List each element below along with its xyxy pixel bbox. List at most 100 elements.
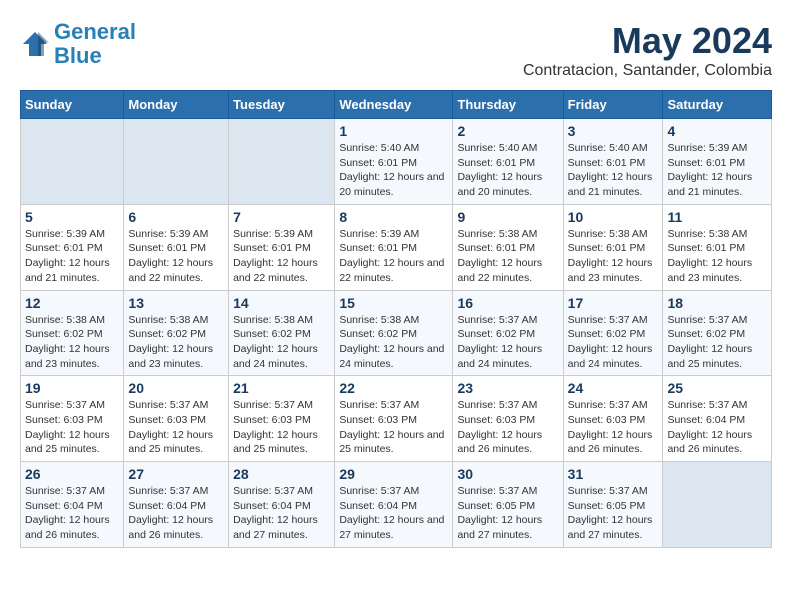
- page-subtitle: Contratacion, Santander, Colombia: [523, 62, 772, 80]
- calendar-cell: 4Sunrise: 5:39 AM Sunset: 6:01 PM Daylig…: [663, 119, 772, 205]
- title-block: May 2024 Contratacion, Santander, Colomb…: [523, 20, 772, 80]
- day-info: Sunrise: 5:40 AM Sunset: 6:01 PM Dayligh…: [339, 141, 448, 200]
- calendar-cell: 2 Sunrise: 5:40 AM Sunset: 6:01 PM Daylig…: [453, 119, 563, 205]
- day-info: Sunrise: 5:38 AM Sunset: 6:01 PM Dayligh…: [667, 227, 767, 286]
- calendar-cell: 19 Sunrise: 5:37 AM Sunset: 6:03 PM Dayli…: [21, 376, 124, 462]
- calendar-cell: 5Sunrise: 5:39 AM Sunset: 6:01 PM Daylig…: [21, 204, 124, 290]
- day-header-monday: Monday: [124, 91, 229, 119]
- day-info: Sunrise: 5:37 AM Sunset: 6:02 PM Dayligh…: [568, 313, 659, 372]
- calendar-cell: 13 Sunrise: 5:38 AM Sunset: 6:02 PM Dayli…: [124, 290, 229, 376]
- day-info: Sunrise: 5:38 AM Sunset: 6:02 PM Dayligh…: [128, 313, 224, 372]
- calendar-cell: 24Sunrise: 5:37 AM Sunset: 6:03 PM Dayli…: [563, 376, 663, 462]
- day-info: Sunrise: 5:37 AM Sunset: 6:05 PM Dayligh…: [568, 484, 659, 543]
- day-number: 8: [339, 209, 448, 225]
- day-number: 26: [25, 466, 119, 482]
- calendar-cell: 21Sunrise: 5:37 AM Sunset: 6:03 PM Dayli…: [229, 376, 335, 462]
- day-number: 6: [128, 209, 224, 225]
- calendar-cell: 17Sunrise: 5:37 AM Sunset: 6:02 PM Dayli…: [563, 290, 663, 376]
- day-info: Sunrise: 5:37 AM Sunset: 6:02 PM Dayligh…: [457, 313, 558, 372]
- day-header-saturday: Saturday: [663, 91, 772, 119]
- day-number: 2: [457, 123, 558, 139]
- day-info: Sunrise: 5:37 AM Sunset: 6:03 PM Dayligh…: [339, 398, 448, 457]
- calendar-cell: 8 Sunrise: 5:39 AM Sunset: 6:01 PM Daylig…: [335, 204, 453, 290]
- calendar-cell: [229, 119, 335, 205]
- day-number: 23: [457, 380, 558, 396]
- day-header-wednesday: Wednesday: [335, 91, 453, 119]
- calendar-cell: 7 Sunrise: 5:39 AM Sunset: 6:01 PM Daylig…: [229, 204, 335, 290]
- day-info: Sunrise: 5:38 AM Sunset: 6:02 PM Dayligh…: [25, 313, 119, 372]
- calendar-week-4: 19 Sunrise: 5:37 AM Sunset: 6:03 PM Dayli…: [21, 376, 772, 462]
- day-number: 12: [25, 295, 119, 311]
- calendar-cell: 18 Sunrise: 5:37 AM Sunset: 6:02 PM Dayli…: [663, 290, 772, 376]
- calendar-cell: 14Sunrise: 5:38 AM Sunset: 6:02 PM Dayli…: [229, 290, 335, 376]
- logo-text: General Blue: [54, 20, 136, 68]
- calendar-cell: 26 Sunrise: 5:37 AM Sunset: 6:04 PM Dayli…: [21, 462, 124, 548]
- calendar-cell: 22 Sunrise: 5:37 AM Sunset: 6:03 PM Dayli…: [335, 376, 453, 462]
- day-number: 11: [667, 209, 767, 225]
- day-info: Sunrise: 5:37 AM Sunset: 6:02 PM Dayligh…: [667, 313, 767, 372]
- calendar-cell: 27Sunrise: 5:37 AM Sunset: 6:04 PM Dayli…: [124, 462, 229, 548]
- day-number: 25: [667, 380, 767, 396]
- calendar-cell: 28 Sunrise: 5:37 AM Sunset: 6:04 PM Dayli…: [229, 462, 335, 548]
- day-info: Sunrise: 5:38 AM Sunset: 6:01 PM Dayligh…: [568, 227, 659, 286]
- day-info: Sunrise: 5:39 AM Sunset: 6:01 PM Dayligh…: [339, 227, 448, 286]
- calendar-cell: [663, 462, 772, 548]
- calendar-cell: 6 Sunrise: 5:39 AM Sunset: 6:01 PM Daylig…: [124, 204, 229, 290]
- day-info: Sunrise: 5:40 AM Sunset: 6:01 PM Dayligh…: [568, 141, 659, 200]
- day-info: Sunrise: 5:37 AM Sunset: 6:04 PM Dayligh…: [667, 398, 767, 457]
- day-number: 24: [568, 380, 659, 396]
- day-info: Sunrise: 5:40 AM Sunset: 6:01 PM Dayligh…: [457, 141, 558, 200]
- day-number: 13: [128, 295, 224, 311]
- day-number: 31: [568, 466, 659, 482]
- day-number: 4: [667, 123, 767, 139]
- calendar-cell: 23 Sunrise: 5:37 AM Sunset: 6:03 PM Dayli…: [453, 376, 563, 462]
- logo: General Blue: [20, 20, 136, 68]
- calendar-header-row: SundayMondayTuesdayWednesdayThursdayFrid…: [21, 91, 772, 119]
- calendar-cell: 12 Sunrise: 5:38 AM Sunset: 6:02 PM Dayli…: [21, 290, 124, 376]
- day-info: Sunrise: 5:38 AM Sunset: 6:02 PM Dayligh…: [339, 313, 448, 372]
- calendar-cell: [124, 119, 229, 205]
- day-info: Sunrise: 5:38 AM Sunset: 6:02 PM Dayligh…: [233, 313, 330, 372]
- calendar-cell: 9Sunrise: 5:38 AM Sunset: 6:01 PM Daylig…: [453, 204, 563, 290]
- day-info: Sunrise: 5:37 AM Sunset: 6:03 PM Dayligh…: [25, 398, 119, 457]
- day-number: 28: [233, 466, 330, 482]
- calendar-body: 1 Sunrise: 5:40 AM Sunset: 6:01 PM Daylig…: [21, 119, 772, 548]
- day-header-friday: Friday: [563, 91, 663, 119]
- logo-icon: [20, 29, 50, 59]
- day-number: 19: [25, 380, 119, 396]
- calendar-cell: 11 Sunrise: 5:38 AM Sunset: 6:01 PM Dayli…: [663, 204, 772, 290]
- page-header: General Blue May 2024 Contratacion, Sant…: [20, 20, 772, 80]
- day-header-thursday: Thursday: [453, 91, 563, 119]
- day-info: Sunrise: 5:39 AM Sunset: 6:01 PM Dayligh…: [128, 227, 224, 286]
- day-number: 18: [667, 295, 767, 311]
- day-number: 29: [339, 466, 448, 482]
- day-number: 1: [339, 123, 448, 139]
- day-number: 22: [339, 380, 448, 396]
- calendar-cell: [21, 119, 124, 205]
- day-number: 27: [128, 466, 224, 482]
- logo-line1: General: [54, 19, 136, 44]
- day-info: Sunrise: 5:38 AM Sunset: 6:01 PM Dayligh…: [457, 227, 558, 286]
- calendar-cell: 30Sunrise: 5:37 AM Sunset: 6:05 PM Dayli…: [453, 462, 563, 548]
- day-header-tuesday: Tuesday: [229, 91, 335, 119]
- day-info: Sunrise: 5:39 AM Sunset: 6:01 PM Dayligh…: [233, 227, 330, 286]
- calendar-cell: 20Sunrise: 5:37 AM Sunset: 6:03 PM Dayli…: [124, 376, 229, 462]
- day-info: Sunrise: 5:37 AM Sunset: 6:04 PM Dayligh…: [233, 484, 330, 543]
- logo-line2: Blue: [54, 43, 102, 68]
- calendar-table: SundayMondayTuesdayWednesdayThursdayFrid…: [20, 90, 772, 548]
- day-info: Sunrise: 5:37 AM Sunset: 6:04 PM Dayligh…: [25, 484, 119, 543]
- day-info: Sunrise: 5:37 AM Sunset: 6:03 PM Dayligh…: [128, 398, 224, 457]
- day-info: Sunrise: 5:37 AM Sunset: 6:03 PM Dayligh…: [457, 398, 558, 457]
- day-number: 7: [233, 209, 330, 225]
- page-title: May 2024: [523, 20, 772, 62]
- day-info: Sunrise: 5:39 AM Sunset: 6:01 PM Dayligh…: [25, 227, 119, 286]
- day-info: Sunrise: 5:37 AM Sunset: 6:05 PM Dayligh…: [457, 484, 558, 543]
- day-number: 16: [457, 295, 558, 311]
- calendar-cell: 3Sunrise: 5:40 AM Sunset: 6:01 PM Daylig…: [563, 119, 663, 205]
- calendar-week-2: 5Sunrise: 5:39 AM Sunset: 6:01 PM Daylig…: [21, 204, 772, 290]
- calendar-cell: 1 Sunrise: 5:40 AM Sunset: 6:01 PM Daylig…: [335, 119, 453, 205]
- calendar-cell: 25 Sunrise: 5:37 AM Sunset: 6:04 PM Dayli…: [663, 376, 772, 462]
- calendar-cell: 10Sunrise: 5:38 AM Sunset: 6:01 PM Dayli…: [563, 204, 663, 290]
- day-number: 15: [339, 295, 448, 311]
- calendar-cell: 29Sunrise: 5:37 AM Sunset: 6:04 PM Dayli…: [335, 462, 453, 548]
